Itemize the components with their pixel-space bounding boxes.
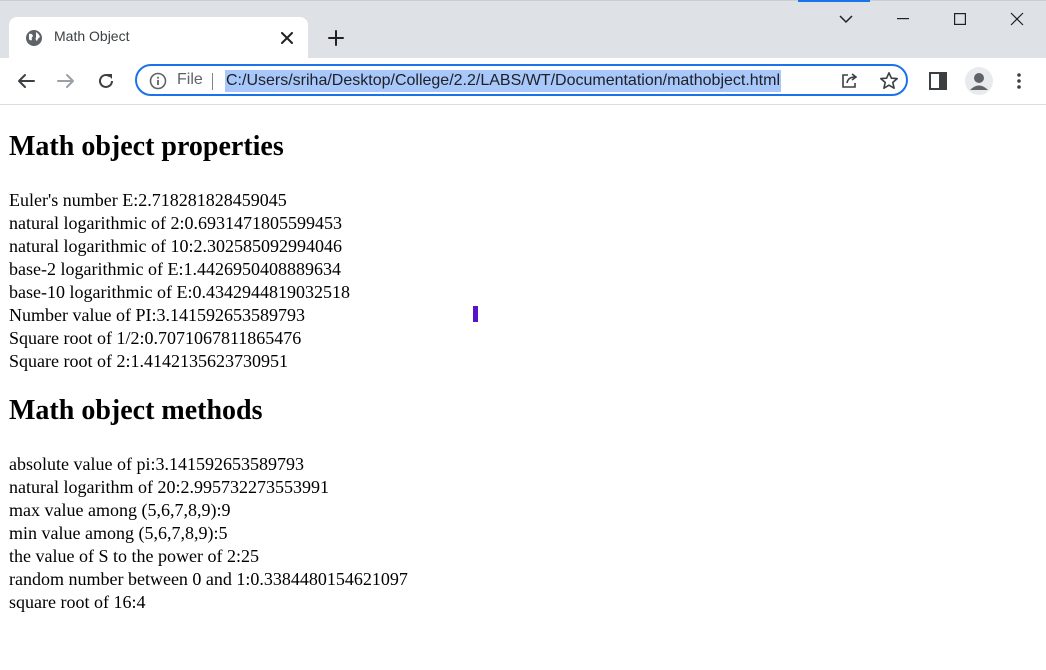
property-line: Square root of 1/2:0.7071067811865476 (9, 328, 302, 348)
property-line: base-2 logarithmic of E:1.44269504088896… (9, 259, 341, 279)
minimize-icon[interactable] (883, 4, 923, 34)
tab-math-object[interactable]: Math Object (9, 17, 308, 58)
text-cursor (473, 306, 478, 322)
property-line: Number value of PI:3.141592653589793 (9, 305, 305, 325)
share-icon[interactable] (839, 70, 861, 92)
method-line: max value among (5,6,7,8,9):9 (9, 500, 231, 520)
avatar-icon[interactable] (965, 67, 993, 95)
plus-icon[interactable] (322, 24, 350, 52)
forward-arrow-icon[interactable] (51, 66, 81, 96)
info-icon[interactable] (149, 72, 167, 90)
maximize-icon[interactable] (940, 4, 980, 34)
methods-heading: Math object methods (9, 395, 263, 426)
back-arrow-icon[interactable] (11, 66, 41, 96)
method-line: the value of S to the power of 2:25 (9, 546, 259, 566)
url-text[interactable]: C:/Users/sriha/Desktop/College/2.2/LABS/… (225, 70, 782, 92)
method-line: min value among (5,6,7,8,9):5 (9, 523, 228, 543)
tab-strip: Math Object (0, 0, 1046, 58)
kebab-menu-icon[interactable] (1005, 67, 1033, 95)
method-line: absolute value of pi:3.141592653589793 (9, 454, 304, 474)
page-content: Math object properties Euler's number E:… (9, 105, 1039, 614)
url-field[interactable]: C:/Users/sriha/Desktop/College/2.2/LABS/… (225, 70, 829, 92)
properties-list: Euler's number E:2.718281828459045 natur… (9, 189, 1039, 373)
method-line: natural logarithm of 20:2.99573227355399… (9, 477, 329, 497)
globe-icon (25, 29, 43, 47)
properties-heading: Math object properties (9, 131, 284, 162)
side-panel-icon[interactable] (924, 67, 952, 95)
property-line: Square root of 2:1.4142135623730951 (9, 351, 288, 371)
address-bar[interactable]: File C:/Users/sriha/Desktop/College/2.2/… (135, 64, 908, 96)
property-line: natural logarithmic of 2:0.6931471805599… (9, 213, 342, 233)
tab-title: Math Object (54, 28, 130, 44)
window-top-border (0, 0, 1046, 1)
methods-list: absolute value of pi:3.141592653589793 n… (9, 453, 1039, 614)
chevron-down-icon[interactable] (826, 4, 866, 34)
window-accent-line (798, 0, 870, 2)
method-line: square root of 16:4 (9, 592, 146, 612)
address-separator (212, 73, 213, 90)
property-line: natural logarithmic of 10:2.302585092994… (9, 236, 342, 256)
reload-icon[interactable] (91, 66, 121, 96)
close-icon[interactable] (997, 4, 1037, 34)
browser-toolbar: File C:/Users/sriha/Desktop/College/2.2/… (0, 58, 1046, 105)
method-line: random number between 0 and 1:0.33844801… (9, 569, 408, 589)
property-line: Euler's number E:2.718281828459045 (9, 190, 287, 210)
close-icon[interactable] (277, 28, 297, 48)
star-icon[interactable] (878, 70, 900, 92)
property-line: base-10 logarithmic of E:0.4342944819032… (9, 282, 350, 302)
url-scheme-label: File (177, 71, 203, 88)
